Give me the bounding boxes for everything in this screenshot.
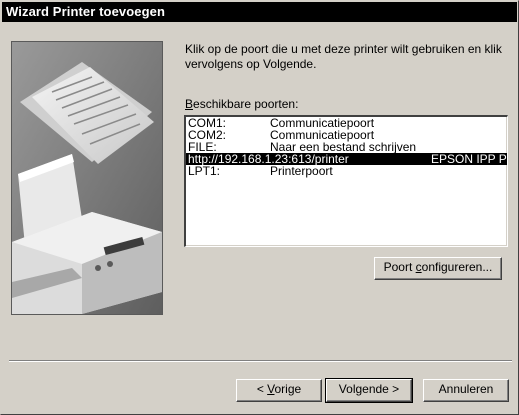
ports-listbox[interactable]: COM1: Communicatiepoort COM2: Communicatiep…: [184, 115, 508, 247]
port-printer: EPSON IPP P: [431, 152, 507, 166]
back-button-after: orige: [274, 382, 302, 396]
title-bar[interactable]: Wizard Printer toevoegen: [2, 2, 517, 22]
port-list-item[interactable]: LPT1: Printerpoort: [186, 165, 507, 177]
back-button-before: <: [256, 382, 268, 396]
available-ports-label-mnemonic: B: [185, 97, 194, 111]
window-title: Wizard Printer toevoegen: [6, 4, 166, 19]
back-button-mnemonic: V: [267, 382, 275, 396]
cancel-button[interactable]: Annuleren: [423, 379, 509, 402]
configure-port-button-after: onfigureren...: [421, 260, 493, 274]
configure-port-button-before: Poort: [383, 260, 416, 274]
available-ports-label-rest: eschikbare poorten:: [193, 97, 299, 111]
button-separator: [9, 360, 512, 362]
port-description: Printerpoort: [270, 164, 333, 178]
available-ports-label: Beschikbare poorten:: [185, 97, 298, 111]
port-list-item[interactable]: http://192.168.1.23:613/printer EPSON IPP…: [186, 153, 507, 165]
next-button[interactable]: Volgende >: [325, 378, 413, 403]
printer-illustration: [11, 41, 163, 315]
port-name: LPT1:: [188, 164, 221, 178]
instruction-text: Klik op de poort die u met deze printer …: [185, 42, 502, 71]
back-button[interactable]: < Vorige: [236, 379, 322, 402]
add-printer-wizard-window: Wizard Printer toevoegen Klik op de poor…: [0, 0, 519, 415]
configure-port-button[interactable]: Poort configureren...: [374, 257, 502, 280]
